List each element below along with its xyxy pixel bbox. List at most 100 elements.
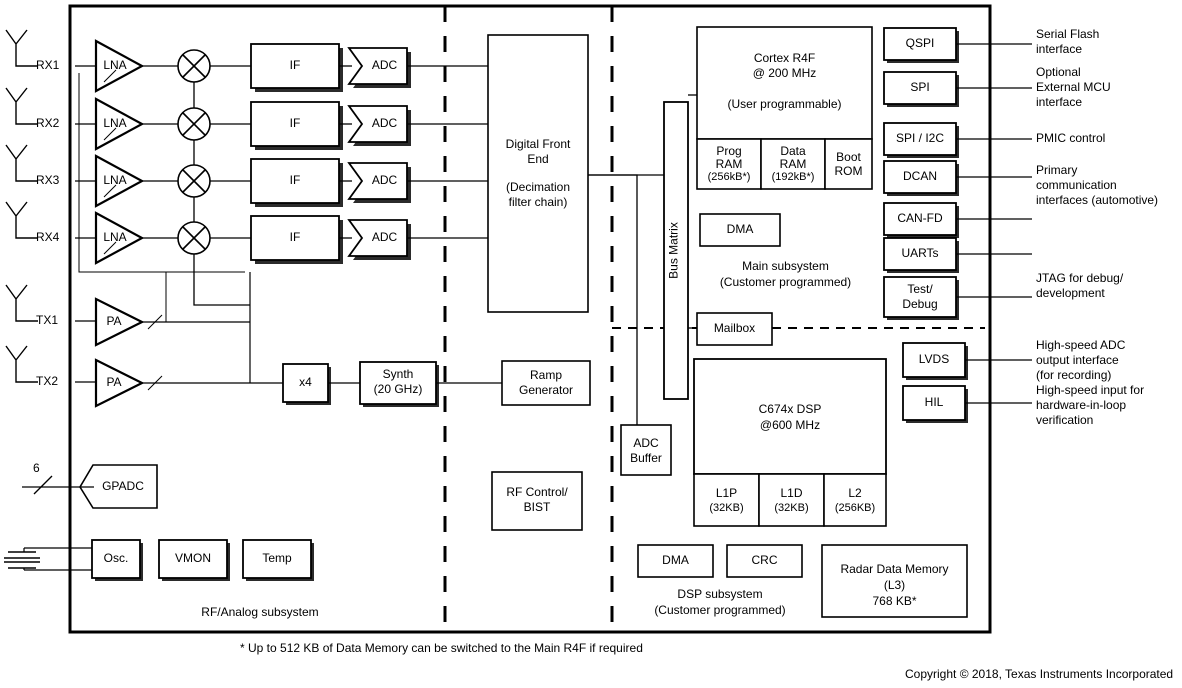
canfd-label: CAN-FD: [897, 211, 943, 225]
l2-cache-size: (256KB): [834, 502, 876, 514]
l1d-cache-label: L1D: [780, 486, 803, 500]
lvds-note-line2: output interface: [1036, 353, 1119, 367]
boot-rom-label-line2: ROM: [834, 164, 863, 178]
pin-label-tx2: TX2: [36, 374, 59, 388]
uarts-label: UARTs: [901, 246, 939, 260]
boot-rom-label-line1: Boot: [836, 150, 861, 164]
ramp-generator-label-line2: Generator: [518, 383, 574, 397]
lvds-label: LVDS: [918, 352, 950, 366]
l1p-cache-size: (32KB): [709, 502, 744, 514]
qspi-note-line1: Serial Flash: [1036, 27, 1100, 41]
qspi-note-line2: interface: [1036, 42, 1083, 56]
cortex-r4f-block: [696, 26, 873, 140]
multiplier-x4-label: x4: [299, 375, 312, 389]
adc-buffer-label-line2: Buffer: [630, 451, 662, 465]
radar-data-memory-label-line1: Radar Data Memory: [840, 562, 949, 576]
adc-1-label: ADC: [371, 58, 398, 72]
temp-label: Temp: [262, 551, 292, 565]
dfe-label-line3: (Decimation: [505, 180, 571, 194]
antenna-rx2: [5, 87, 38, 125]
main-dma-label: DMA: [726, 222, 754, 236]
copyright-notice: Copyright © 2018, Texas Instruments Inco…: [905, 667, 1174, 681]
qspi-label: QSPI: [905, 36, 935, 50]
dfe-label-line1: Digital Front: [505, 137, 571, 151]
adc-buffer-label-line1: ADC: [633, 436, 659, 450]
dsp-subsystem-caption-line1: DSP subsystem: [677, 587, 763, 601]
pa-2-label: PA: [106, 375, 122, 389]
l1p-cache-block: [693, 473, 760, 527]
dfe-label-line2: End: [527, 152, 549, 166]
hil-note-line2: hardware-in-loop: [1036, 398, 1127, 412]
adc-3-label: ADC: [371, 173, 398, 187]
bus-matrix-label: Bus Matrix: [666, 222, 681, 279]
digital-front-end-block: [487, 34, 589, 313]
dsp-dma-label: DMA: [662, 553, 689, 567]
crc-label: CRC: [751, 553, 778, 567]
pa-1-label: PA: [106, 314, 122, 328]
radar-data-memory-label-line2: (L3): [883, 578, 906, 592]
mixer-2: [177, 107, 211, 141]
dfe-label-line4: filter chain): [508, 195, 568, 209]
hil-label: HIL: [924, 395, 944, 409]
rf-control-label-line1: RF Control/: [506, 485, 568, 499]
if-4-label: IF: [289, 230, 301, 244]
pin-label-rx2: RX2: [36, 116, 60, 130]
hil-note-line3: verification: [1036, 413, 1094, 427]
gpadc-bus-width-label: 6: [33, 461, 40, 475]
lvds-note-line3: (for recording): [1036, 368, 1112, 382]
spi-note-line2: External MCU: [1036, 80, 1111, 94]
adc-buffer-block: [620, 424, 672, 476]
rf-analog-subsystem-caption: RF/Analog subsystem: [201, 605, 319, 619]
dcan-note-line3: interfaces (automotive): [1036, 193, 1159, 207]
synth-label-line2: (20 GHz): [373, 382, 423, 396]
diagram-vector-layer: [4, 4, 1032, 634]
antenna-tx1: [5, 284, 38, 322]
antenna-rx4: [5, 201, 38, 239]
c674x-dsp-block: [693, 358, 887, 475]
l1p-cache-label: L1P: [715, 486, 738, 500]
lvds-note-line1: High-speed ADC: [1036, 338, 1126, 352]
l2-cache-label: L2: [848, 486, 862, 500]
pin-label-rx4: RX4: [36, 230, 60, 244]
ramp-generator-label-line1: Ramp: [529, 368, 562, 382]
main-subsystem-caption-line1: Main subsystem: [742, 259, 829, 273]
footnote: * Up to 512 KB of Data Memory can be swi…: [240, 641, 643, 655]
mailbox-label: Mailbox: [713, 321, 756, 335]
test-debug-label-line1: Test/: [907, 282, 933, 296]
lna-2-label: LNA: [103, 116, 127, 130]
lna-3-label: LNA: [103, 173, 127, 187]
test-debug-note-line2: development: [1036, 286, 1105, 300]
l2-cache-block: [823, 473, 887, 527]
lna-1-label: LNA: [103, 58, 127, 72]
mixer-4: [177, 221, 211, 255]
cortex-r4f-label-line2: @ 200 MHz: [752, 66, 817, 80]
cortex-r4f-label-line1: Cortex R4F: [753, 51, 816, 65]
radar-data-memory-label-line3: 768 KB*: [872, 594, 917, 608]
adc-4-label: ADC: [371, 230, 398, 244]
main-subsystem-caption-line2: (Customer programmed): [719, 275, 852, 289]
dcan-note-line1: Primary: [1036, 163, 1078, 177]
dsp-subsystem-caption-line2: (Customer programmed): [654, 603, 786, 617]
antenna-rx3: [5, 144, 38, 182]
mixer-1: [177, 49, 211, 83]
l1d-cache-size: (32KB): [774, 502, 809, 514]
synth-label-line1: Synth: [382, 367, 414, 381]
spi-label: SPI: [910, 80, 930, 94]
antenna-rx1: [5, 29, 38, 67]
test-debug-label-line2: Debug: [902, 297, 938, 311]
cortex-r4f-label-line3: (User programmable): [727, 97, 842, 111]
block-diagram-canvas: RX1 RX2 RX3 RX4 TX1 TX2 6 LNA LNA LNA LN…: [0, 0, 1182, 688]
dcan-label: DCAN: [902, 169, 937, 183]
spi-note-line1: Optional: [1036, 65, 1081, 79]
prog-ram-label-line2: RAM: [715, 157, 743, 171]
pin-label-tx1: TX1: [36, 313, 59, 327]
data-ram-label-line2: RAM: [779, 157, 807, 171]
dcan-note-line2: communication: [1036, 178, 1117, 192]
rf-control-label-line2: BIST: [523, 500, 551, 514]
test-debug-note-line1: JTAG for debug/: [1036, 271, 1124, 285]
dsp-label-line2: @600 MHz: [759, 418, 821, 432]
if-2-label: IF: [289, 116, 301, 130]
antenna-tx2: [5, 345, 38, 383]
spi-i2c-note-line1: PMIC control: [1036, 131, 1106, 145]
gpadc-label: GPADC: [102, 479, 144, 493]
